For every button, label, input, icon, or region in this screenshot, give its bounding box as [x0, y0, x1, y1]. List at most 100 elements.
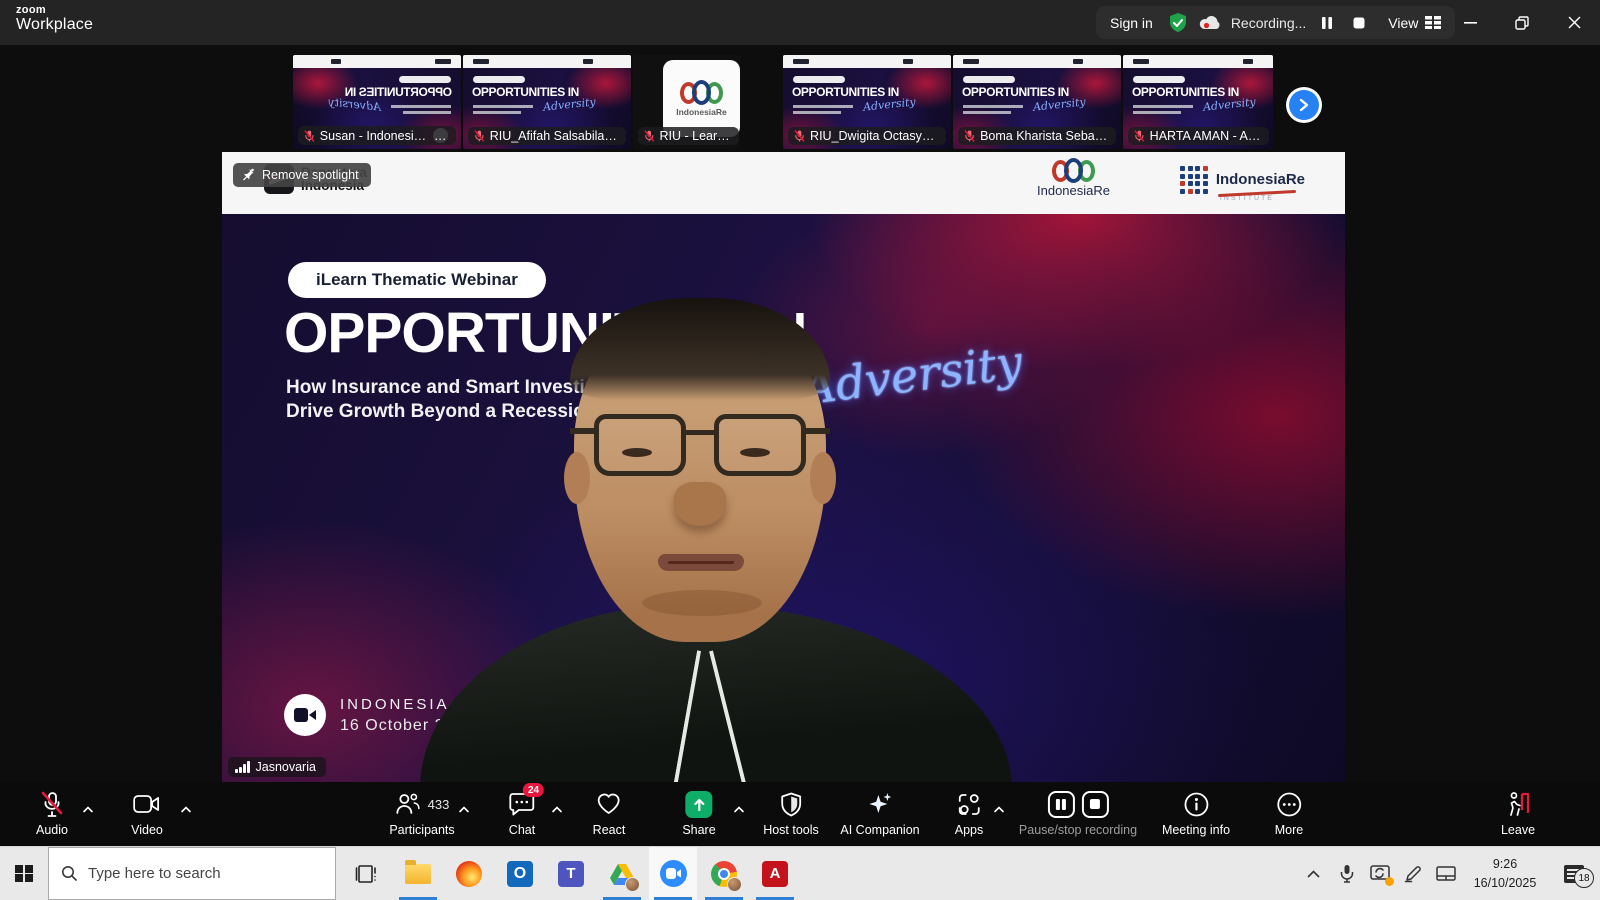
system-tray: 9:26 16/10/2025 18	[1297, 847, 1600, 900]
recording-cloud-icon	[1199, 12, 1221, 34]
search-input[interactable]	[88, 865, 308, 882]
participant-tile-harta-aman[interactable]: OPPORTUNITIES IN Adversity HARTA AMAN - …	[1123, 55, 1273, 149]
apps-options-chevron[interactable]	[994, 800, 1005, 818]
status-dot	[1385, 877, 1394, 886]
search-icon	[61, 865, 78, 882]
sign-in-button[interactable]: Sign in	[1110, 15, 1157, 31]
chevron-right-icon	[1298, 98, 1310, 112]
titlebar-controls: Sign in Recording... View	[1096, 6, 1455, 39]
remove-spotlight-button[interactable]: Remove spotlight	[233, 163, 371, 187]
action-center-button[interactable]: 18	[1548, 847, 1600, 900]
view-button[interactable]: View	[1388, 15, 1441, 31]
chat-options-chevron[interactable]	[552, 800, 563, 818]
account-avatar	[727, 877, 742, 892]
tray-touchpad-icon[interactable]	[1429, 847, 1462, 900]
view-grid-icon	[1425, 16, 1441, 29]
participant-name-label: Susan - Indonesia Re ...	[298, 126, 456, 145]
taskbar-search[interactable]	[48, 847, 336, 900]
title-bar: zoom Workplace Sign in Recording... View	[0, 0, 1600, 45]
window-controls	[1444, 0, 1600, 45]
participant-tile-boma[interactable]: OPPORTUNITIES IN Adversity Boma Kharista…	[953, 55, 1121, 149]
mic-muted-icon	[304, 129, 315, 143]
file-explorer-button[interactable]	[394, 847, 442, 900]
apps-button[interactable]: Apps	[955, 790, 984, 837]
slide-header-strip: Danantara Indonesia IndonesiaRe Indonesi…	[222, 152, 1345, 214]
pause-stop-recording-button[interactable]: Pause/stop recording	[1019, 790, 1137, 837]
tray-pen-icon[interactable]	[1396, 847, 1429, 900]
more-button[interactable]: More	[1275, 790, 1303, 837]
participant-name-label: Boma Kharista Sebaya...	[958, 127, 1116, 145]
mic-muted-icon	[794, 129, 805, 143]
participant-tile-riu-learning[interactable]: IndonesiaRe RIU - Learning	[633, 55, 740, 149]
account-avatar	[625, 877, 640, 892]
recording-status: Recording...	[1231, 15, 1306, 31]
teams-icon: T	[558, 861, 584, 887]
pause-recording-icon[interactable]	[1047, 791, 1074, 818]
close-button[interactable]	[1548, 0, 1600, 45]
participants-button[interactable]: 433 Participants	[389, 790, 454, 837]
pin-icon	[242, 168, 255, 182]
firefox-icon	[456, 861, 482, 887]
share-options-chevron[interactable]	[734, 800, 745, 818]
chat-button[interactable]: 24 Chat	[509, 790, 535, 837]
windows-logo-icon	[15, 865, 33, 883]
teams-button[interactable]: T	[547, 847, 595, 900]
next-participants-page-button[interactable]	[1286, 87, 1322, 123]
tray-display-sync-icon[interactable]	[1363, 847, 1396, 900]
slide-pill-badge: iLearn Thematic Webinar	[288, 262, 546, 298]
chrome-button[interactable]	[700, 847, 748, 900]
zoom-workplace-logo: zoom Workplace	[16, 5, 93, 33]
restore-button[interactable]	[1496, 0, 1548, 45]
ai-companion-sparkle-icon	[867, 791, 893, 817]
react-button[interactable]: React	[593, 790, 626, 837]
video-options-chevron[interactable]	[181, 800, 192, 818]
indonesiare-avatar: IndonesiaRe	[663, 60, 740, 137]
tile-more-options[interactable]: ...	[433, 128, 448, 143]
slide-title: OPPORTUNITIES IN	[284, 300, 806, 366]
minimize-button[interactable]	[1444, 0, 1496, 45]
institute-dots-icon	[1180, 166, 1208, 194]
ai-companion-button[interactable]: AI Companion	[840, 790, 919, 837]
start-button[interactable]	[0, 847, 48, 900]
file-explorer-icon	[405, 864, 431, 884]
stop-recording-icon[interactable]	[1348, 12, 1370, 34]
info-icon	[1183, 792, 1208, 817]
video-button[interactable]: Video	[131, 790, 163, 837]
share-screen-button[interactable]: Share	[682, 790, 715, 837]
apps-icon	[957, 792, 982, 817]
tray-expand-chevron[interactable]	[1297, 847, 1330, 900]
taskbar-clock[interactable]: 9:26 16/10/2025	[1462, 855, 1548, 891]
security-shield-icon[interactable]	[1167, 12, 1189, 34]
view-label: View	[1388, 15, 1418, 31]
tray-microphone-icon[interactable]	[1330, 847, 1363, 900]
outlook-button[interactable]: O	[496, 847, 544, 900]
leave-button[interactable]: Leave	[1501, 790, 1535, 837]
mic-muted-icon	[1134, 129, 1145, 143]
indonesiare-institute-logo: IndonesiaRe INSTITUTE	[1180, 166, 1305, 194]
brand-workplace: Workplace	[16, 17, 93, 34]
audio-options-chevron[interactable]	[83, 800, 94, 818]
participants-options-chevron[interactable]	[459, 800, 470, 818]
acrobat-button[interactable]: A	[751, 847, 799, 900]
zoom-app-icon	[660, 860, 687, 887]
indonesiare-logo-icon	[1052, 158, 1095, 183]
meeting-stage: OPPORTUNITIES IN Adversity Susan - Indon…	[0, 45, 1600, 782]
more-ellipsis-icon	[1276, 792, 1301, 817]
host-tools-button[interactable]: Host tools	[763, 790, 819, 837]
zoom-app-button[interactable]	[649, 847, 697, 900]
participant-name-label: RIU_Afifah Salsabila (Al...	[468, 127, 626, 145]
google-drive-button[interactable]	[598, 847, 646, 900]
share-icon	[685, 791, 712, 818]
participant-tile-afifah[interactable]: OPPORTUNITIES IN Adversity RIU_Afifah Sa…	[463, 55, 631, 149]
stop-recording-icon[interactable]	[1081, 791, 1108, 818]
slide-subtitle: How Insurance and Smart Investing Drive …	[286, 376, 608, 424]
task-view-button[interactable]	[343, 847, 391, 900]
participant-tile-susan[interactable]: OPPORTUNITIES IN Adversity Susan - Indon…	[293, 55, 461, 149]
participant-tile-dwigita[interactable]: OPPORTUNITIES IN Adversity RIU_Dwigita O…	[783, 55, 951, 149]
meeting-info-button[interactable]: Meeting info	[1162, 790, 1230, 837]
mic-muted-icon	[644, 129, 655, 143]
firefox-button[interactable]	[445, 847, 493, 900]
pause-recording-icon[interactable]	[1316, 12, 1338, 34]
spotlight-video-jasnovaria: Danantara Indonesia IndonesiaRe Indonesi…	[222, 152, 1345, 782]
audio-button[interactable]: Audio	[36, 790, 68, 837]
